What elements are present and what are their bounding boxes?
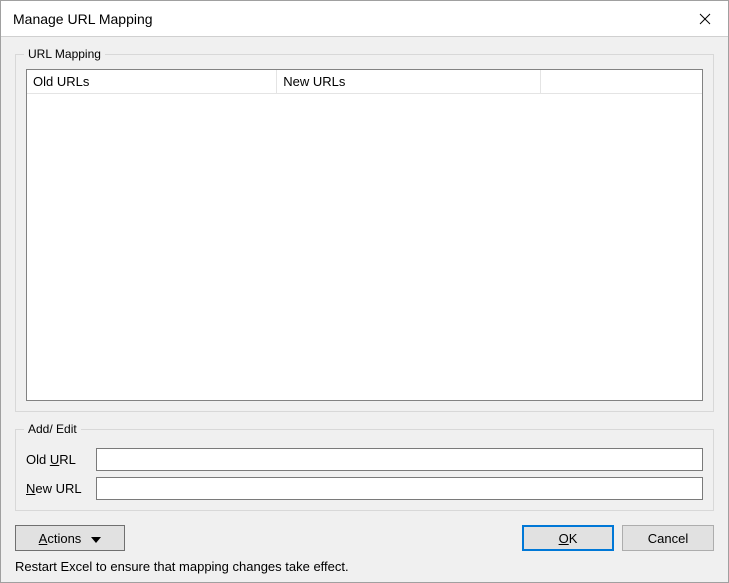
old-url-input[interactable]: [96, 448, 703, 471]
column-header-new-urls[interactable]: New URLs: [277, 70, 540, 94]
close-icon: [699, 13, 711, 25]
dialog-window: Manage URL Mapping URL Mapping Old URLs …: [0, 0, 729, 583]
actions-button-rest: ctions: [47, 531, 81, 546]
titlebar: Manage URL Mapping: [1, 1, 728, 37]
button-row: Actions OK Cancel: [15, 525, 714, 555]
content-area: URL Mapping Old URLs New URLs: [1, 37, 728, 582]
url-mapping-group: URL Mapping Old URLs New URLs: [15, 47, 714, 412]
new-url-label: New URL: [26, 481, 96, 496]
cancel-button[interactable]: Cancel: [622, 525, 714, 551]
column-header-extra[interactable]: [540, 70, 702, 94]
dropdown-arrow-icon: [91, 531, 101, 546]
add-edit-group: Add/ Edit Old URL New URL: [15, 422, 714, 511]
actions-button[interactable]: Actions: [15, 525, 125, 551]
url-mapping-legend: URL Mapping: [24, 47, 105, 61]
window-title: Manage URL Mapping: [13, 11, 153, 27]
column-header-old-urls[interactable]: Old URLs: [27, 70, 277, 94]
old-url-label: Old URL: [26, 452, 96, 467]
right-buttons: OK Cancel: [522, 525, 714, 551]
url-mapping-table: Old URLs New URLs: [27, 70, 702, 94]
close-button[interactable]: [682, 1, 728, 37]
add-edit-legend: Add/ Edit: [24, 422, 81, 436]
status-text: Restart Excel to ensure that mapping cha…: [15, 555, 714, 574]
ok-button[interactable]: OK: [522, 525, 614, 551]
new-url-input[interactable]: [96, 477, 703, 500]
url-mapping-table-container[interactable]: Old URLs New URLs: [26, 69, 703, 401]
